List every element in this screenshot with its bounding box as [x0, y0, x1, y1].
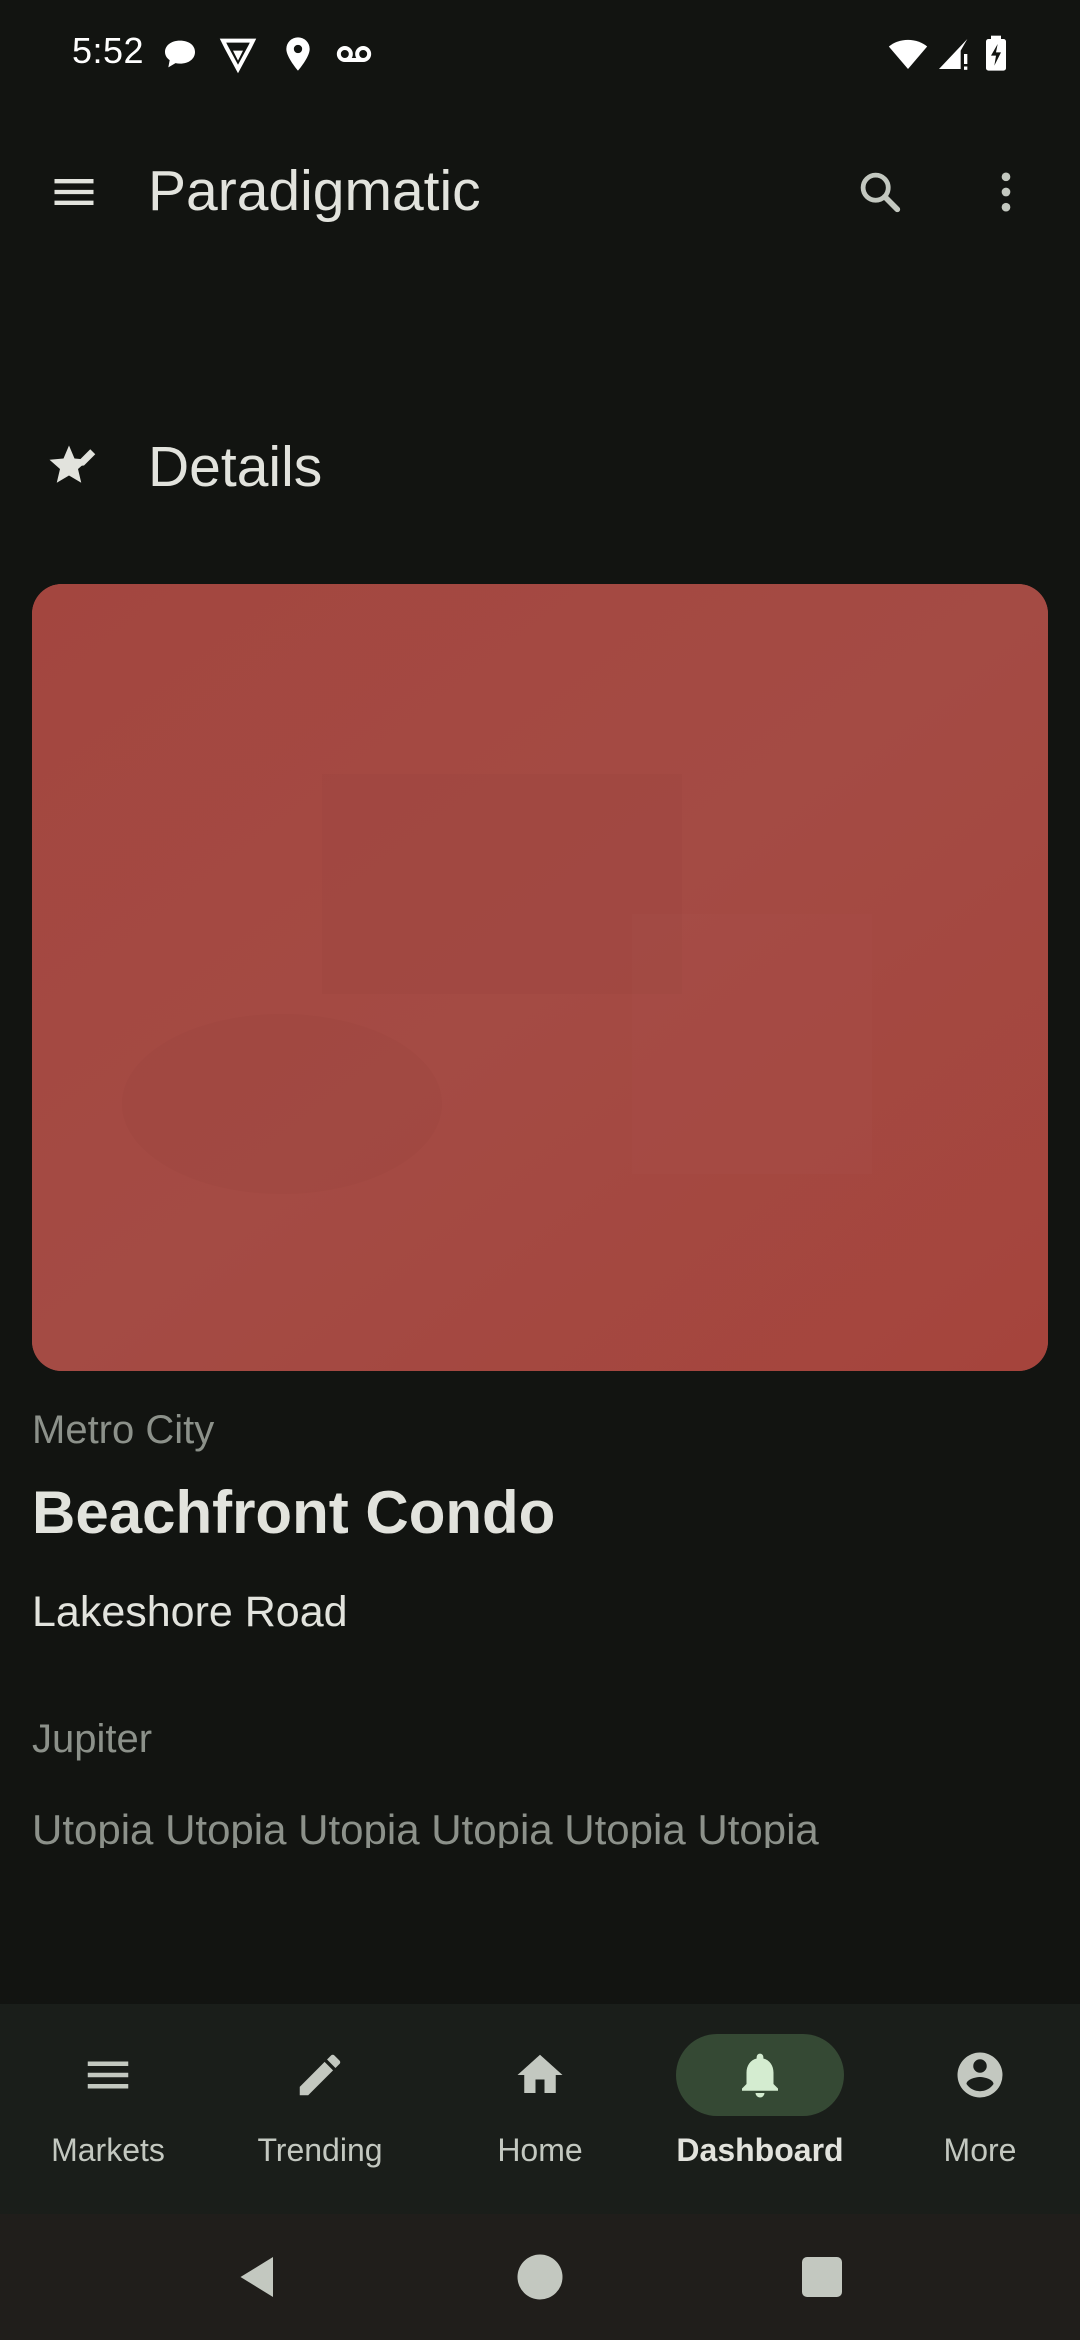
menu-icon [87, 2061, 129, 2089]
back-icon[interactable] [228, 2247, 288, 2307]
menu-button[interactable] [26, 144, 122, 240]
nav-label: Dashboard [676, 2132, 844, 2168]
star-edit-icon [44, 438, 104, 498]
shield-icon [218, 34, 258, 74]
nav-pill [896, 2034, 1064, 2116]
nav-pill [24, 2034, 192, 2116]
location-pin-icon [278, 34, 318, 74]
voicemail-icon [334, 34, 374, 74]
search-button[interactable] [832, 144, 928, 240]
top-app-bar: Paradigmatic [0, 110, 1080, 275]
home-circle-icon[interactable] [510, 2247, 570, 2307]
cell-signal-icon [934, 34, 974, 74]
nav-label: Markets [51, 2132, 165, 2168]
section-header: Details [0, 420, 1080, 520]
property-name: Beachfront Condo [32, 1479, 556, 1546]
account-circle-icon [957, 2052, 1003, 2098]
chat-bubble-icon [160, 34, 200, 74]
property-image[interactable] [32, 584, 1048, 1371]
bottom-navigation: Markets Trending Home Dashboard More [0, 2004, 1080, 2214]
app-title: Paradigmatic [148, 159, 481, 223]
search-icon [860, 172, 901, 213]
more-vert-icon [1001, 172, 1011, 212]
status-bar: 5:52 [0, 0, 1080, 110]
wifi-icon [888, 34, 928, 74]
home-icon [517, 2054, 563, 2093]
section-title: Details [148, 435, 323, 499]
nav-item-trending[interactable]: Trending [212, 2004, 428, 2214]
pencil-icon [299, 2054, 341, 2096]
nav-item-home[interactable]: Home [432, 2004, 648, 2214]
battery-charging-icon [976, 34, 1016, 74]
nav-pill-active [676, 2034, 844, 2116]
image-placeholder [32, 584, 1048, 1371]
tags-row-container: Utopia Utopia Utopia Utopia Utopia Utopi… [32, 1800, 1048, 1848]
property-tags: Utopia Utopia Utopia Utopia Utopia Utopi… [32, 1806, 819, 1848]
nav-label: More [943, 2132, 1017, 2168]
property-street: Lakeshore Road [32, 1588, 348, 1636]
system-navigation-bar [0, 2214, 1080, 2340]
nav-item-dashboard[interactable]: Dashboard [652, 2004, 868, 2214]
property-planet: Jupiter [32, 1717, 153, 1761]
bell-icon [742, 2053, 778, 2098]
nav-item-markets[interactable]: Markets [0, 2004, 216, 2214]
more-options-button[interactable] [958, 144, 1054, 240]
nav-label: Trending [257, 2132, 383, 2168]
property-city: Metro City [32, 1408, 215, 1452]
menu-icon [54, 179, 94, 205]
nav-label: Home [497, 2132, 583, 2168]
status-time: 5:52 [72, 30, 145, 71]
recents-icon[interactable] [792, 2247, 852, 2307]
nav-item-more[interactable]: More [872, 2004, 1080, 2214]
nav-pill [456, 2034, 624, 2116]
nav-pill [236, 2034, 404, 2116]
